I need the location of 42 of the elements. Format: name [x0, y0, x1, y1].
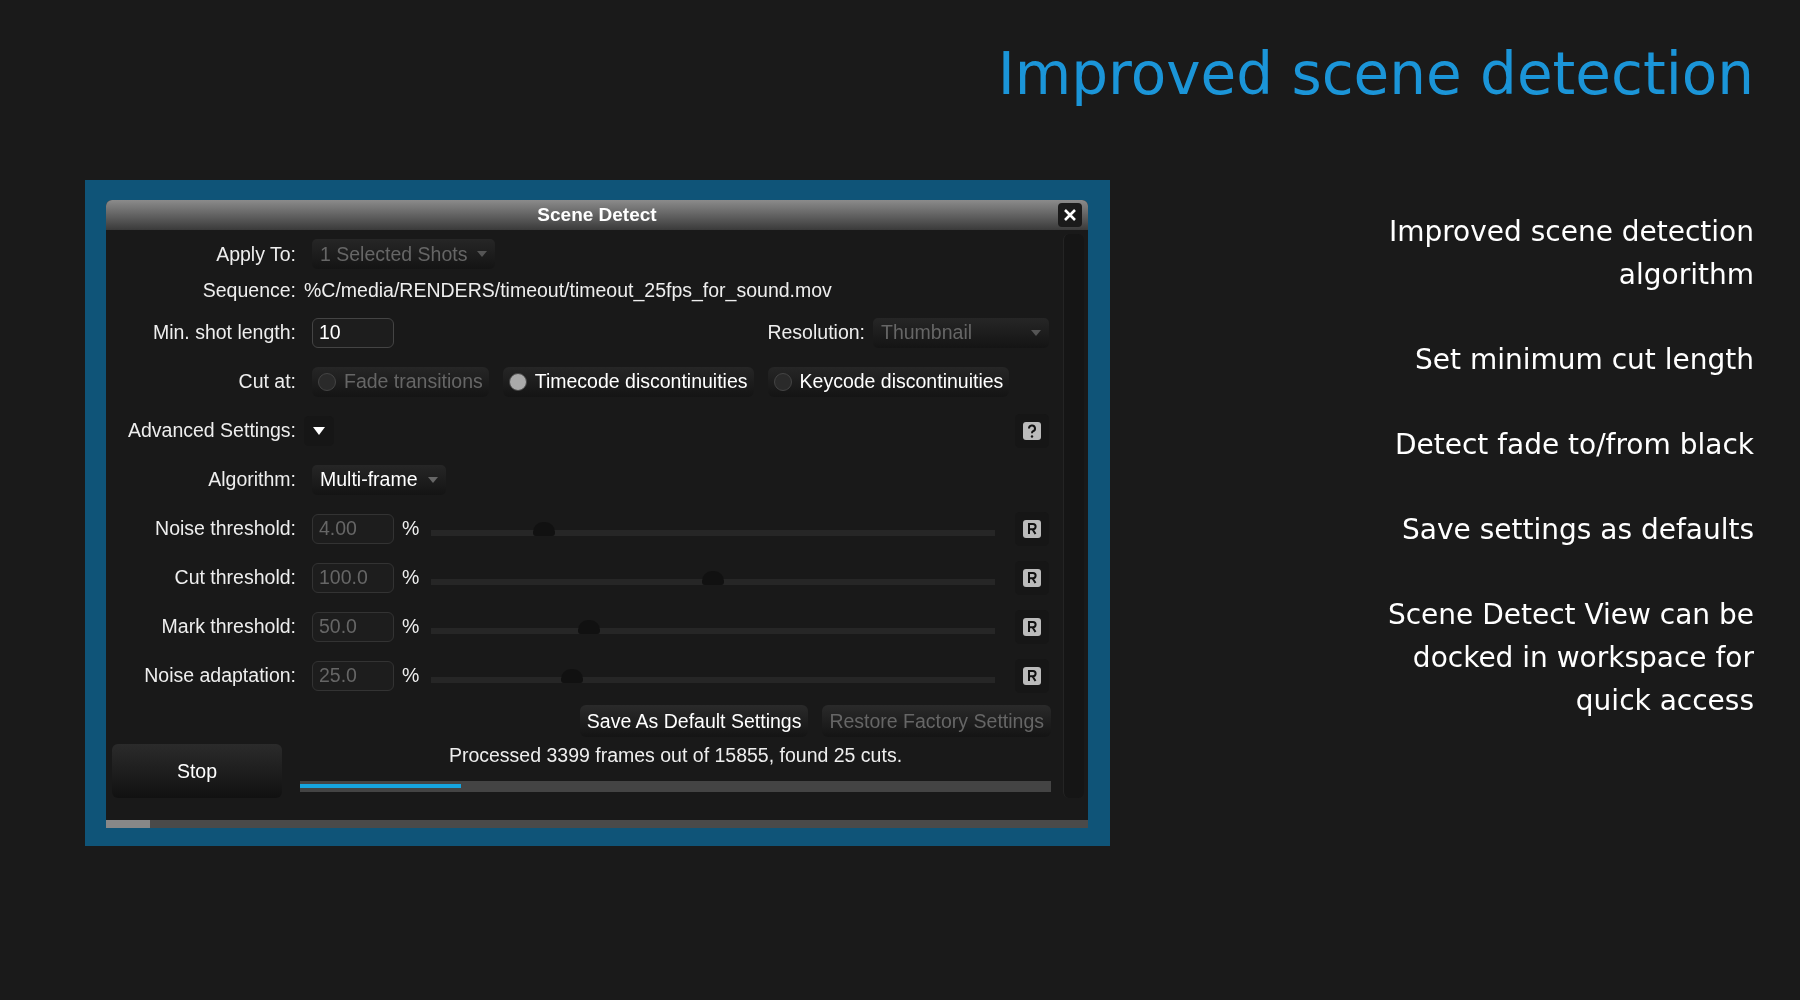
field-label: Min. shot length:	[151, 321, 296, 344]
field-label: Cut threshold:	[173, 566, 296, 589]
unit-label: %	[402, 664, 420, 687]
status-text: Processed 3399 frames out of 15855, found 25 cuts.	[448, 744, 903, 767]
headline: Improved scene detection	[997, 39, 1754, 110]
caret-icon	[1031, 329, 1041, 336]
unit-label: %	[402, 615, 420, 638]
field-label: Mark threshold:	[160, 615, 296, 638]
field-label: Cut at:	[237, 370, 296, 393]
stop-button[interactable]: Stop	[112, 744, 282, 798]
reset-icon	[1022, 665, 1042, 686]
field-label: Apply To:	[215, 242, 296, 266]
field-label: Noise threshold:	[154, 517, 296, 540]
close-icon	[1064, 209, 1076, 221]
dialog-title: Scene Detect	[537, 204, 657, 226]
cut-at-checkbox[interactable]: Timecode discontinuities	[502, 366, 754, 397]
close-button[interactable]	[1058, 203, 1082, 227]
reset-icon	[1022, 567, 1042, 588]
field-label: Noise adaptation:	[143, 664, 296, 687]
caret-icon	[477, 251, 488, 257]
feature-text: Detect fade to/from black	[1393, 427, 1754, 463]
field-label: Sequence:	[201, 278, 296, 302]
feature-text: Scene Detect View can be docked in workspace for quick access	[1386, 597, 1754, 719]
unit-label: %	[402, 566, 420, 589]
feature-text: Set minimum cut length	[1414, 342, 1754, 378]
help-icon	[1022, 420, 1042, 441]
reset-icon	[1022, 518, 1042, 539]
feature-text: Save settings as defaults	[1401, 512, 1754, 548]
sequence-path: %C/media/RENDERS/timeout/timeout_25fps_for_sound.mov	[304, 278, 832, 302]
feature-text: Improved scene detection algorithm	[1387, 214, 1754, 293]
algorithm-dropdown[interactable]: Multi-frame	[312, 464, 446, 495]
field-label: Advanced Settings:	[126, 419, 296, 442]
scrollbar[interactable]	[106, 820, 1088, 828]
unit-label: %	[402, 517, 420, 540]
reset-icon	[1022, 616, 1042, 637]
min-shot-length-field[interactable]: 10	[312, 317, 394, 348]
settings-button[interactable]: Save As Default Settings	[579, 705, 809, 737]
field-label: Resolution:	[767, 321, 865, 344]
cut-at-checkbox[interactable]: Keycode discontinuities	[767, 366, 1010, 397]
caret-icon	[313, 426, 325, 435]
caret-icon	[427, 476, 438, 483]
field-label: Algorithm:	[207, 468, 296, 491]
